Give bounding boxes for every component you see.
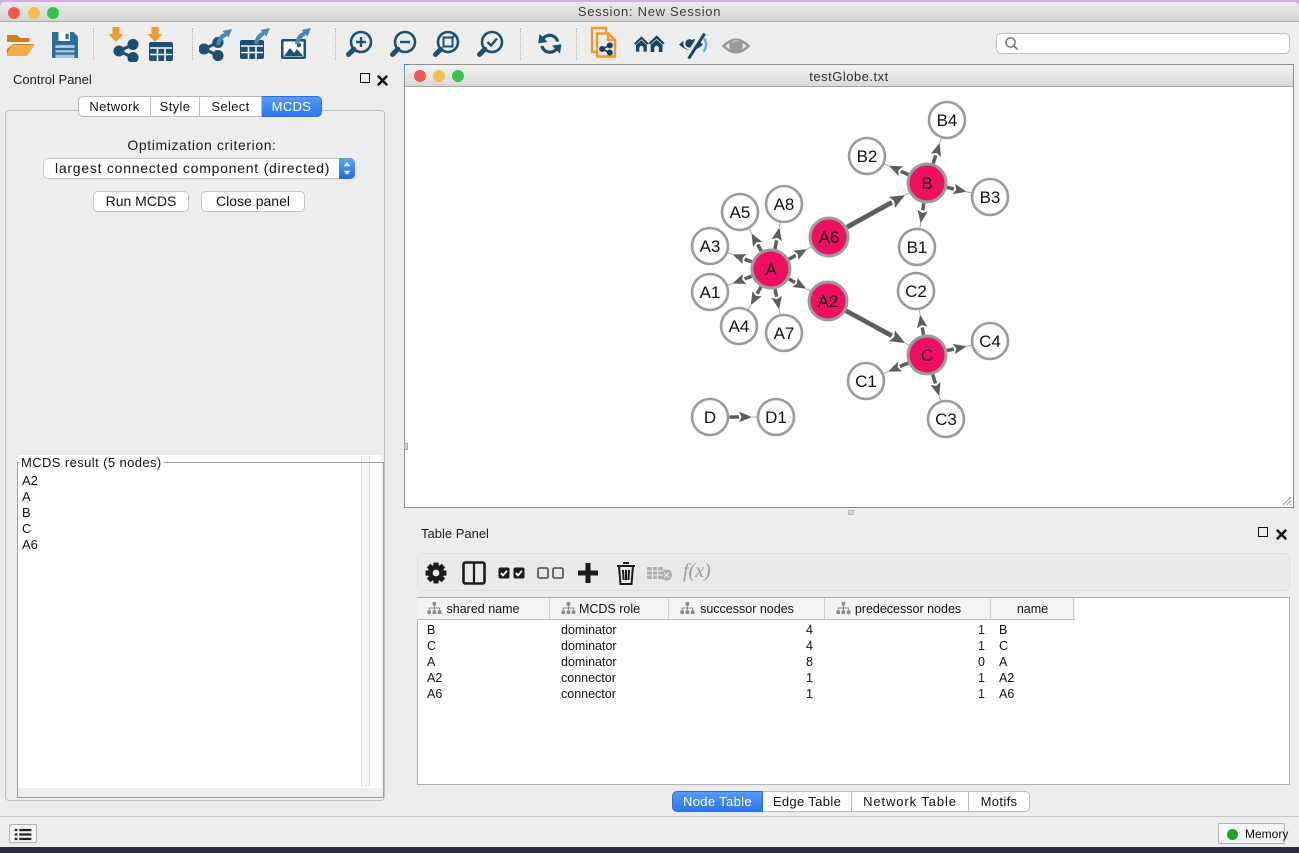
svg-text:B4: B4 — [937, 111, 958, 130]
svg-text:D1: D1 — [765, 408, 787, 427]
svg-text:D: D — [704, 408, 716, 427]
svg-text:A8: A8 — [774, 195, 795, 214]
svg-text:C1: C1 — [855, 372, 877, 391]
svg-text:C4: C4 — [979, 332, 1001, 351]
svg-text:B: B — [921, 174, 932, 193]
svg-text:A7: A7 — [774, 324, 795, 343]
svg-text:A6: A6 — [819, 228, 840, 247]
svg-text:A1: A1 — [700, 283, 721, 302]
svg-text:C3: C3 — [935, 410, 957, 429]
svg-text:A: A — [765, 260, 777, 279]
svg-text:C: C — [921, 346, 933, 365]
svg-text:A3: A3 — [700, 237, 721, 256]
svg-text:B3: B3 — [980, 188, 1001, 207]
svg-text:A4: A4 — [729, 317, 750, 336]
svg-text:A5: A5 — [730, 203, 751, 222]
svg-text:B2: B2 — [857, 147, 878, 166]
svg-text:A2: A2 — [818, 292, 839, 311]
svg-text:B1: B1 — [907, 238, 928, 257]
svg-text:C2: C2 — [905, 282, 927, 301]
